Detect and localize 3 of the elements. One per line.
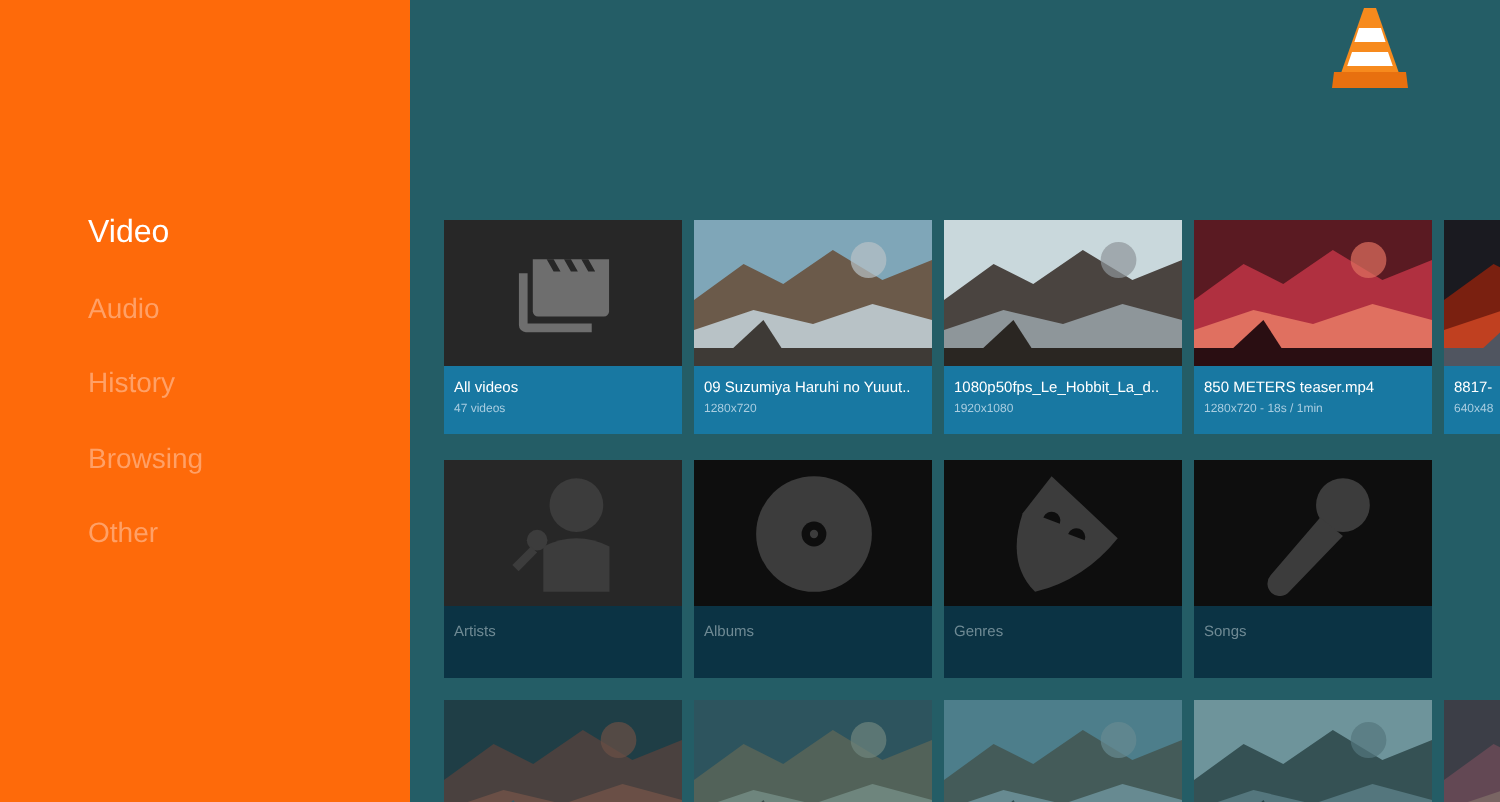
- traffic-cone-logo-icon: [1330, 4, 1410, 92]
- sidebar-item[interactable]: Video: [0, 216, 410, 291]
- disc-icon: [751, 471, 875, 595]
